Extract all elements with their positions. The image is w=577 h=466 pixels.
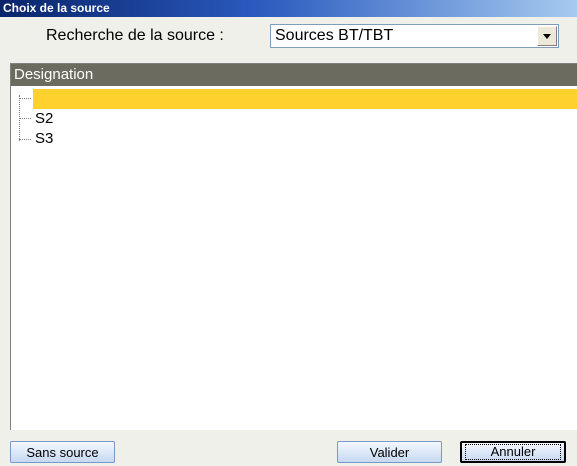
tree-item-label: S2 xyxy=(35,110,54,127)
source-tree-panel: Designation S2 S3 xyxy=(10,63,577,430)
tree-item-s3[interactable]: S3 xyxy=(11,129,577,149)
dropdown-button[interactable] xyxy=(537,26,557,46)
tree-item-s2[interactable]: S2 xyxy=(11,109,577,129)
tree-item-label: S3 xyxy=(35,130,54,147)
source-select-value: Sources BT/TBT xyxy=(275,27,394,44)
no-source-button[interactable]: Sans source xyxy=(10,441,115,463)
column-header-designation[interactable]: Designation xyxy=(11,64,577,86)
cancel-button[interactable]: Annuler xyxy=(460,441,566,463)
cancel-button-label: Annuler xyxy=(465,444,561,460)
tree-item-selected[interactable] xyxy=(33,89,577,109)
tree-connector xyxy=(19,98,31,99)
search-label: Recherche de la source : xyxy=(46,27,224,44)
chevron-down-icon xyxy=(543,34,551,39)
validate-button[interactable]: Valider xyxy=(337,441,442,463)
window-title: Choix de la source xyxy=(0,0,577,17)
search-row: Recherche de la source : Sources BT/TBT xyxy=(0,20,577,50)
source-select[interactable]: Sources BT/TBT xyxy=(270,24,559,48)
